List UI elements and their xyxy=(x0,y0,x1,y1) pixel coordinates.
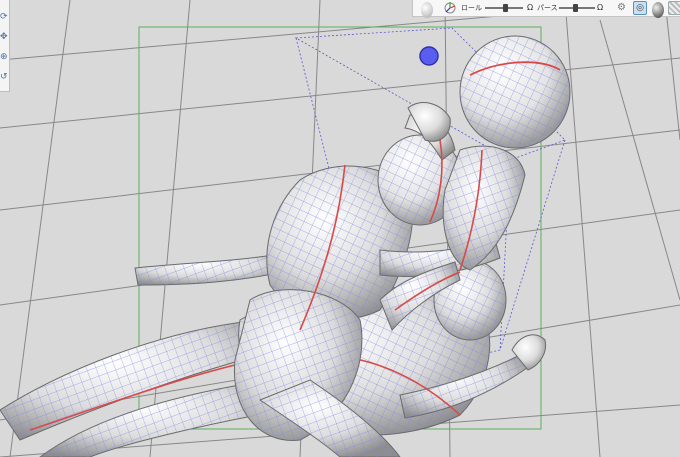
lighting-sphere-icon[interactable] xyxy=(421,2,433,18)
shading-sphere-icon[interactable] xyxy=(652,2,664,18)
camera-pan-icon[interactable]: ✥ xyxy=(0,30,9,44)
3d-viewport[interactable] xyxy=(0,0,680,457)
camera-tools-panel: ⟳ ✥ ⊕ ↺ xyxy=(0,0,10,92)
gear-icon[interactable]: ⚙ xyxy=(617,0,626,16)
camera-zoom-icon[interactable]: ⊕ xyxy=(0,50,9,64)
perspective-slider-handle[interactable] xyxy=(572,4,578,12)
perspective-label: パース xyxy=(537,4,558,12)
camera-rotate-icon[interactable]: ⟳ xyxy=(0,10,9,24)
roll-slider-handle[interactable] xyxy=(503,4,509,12)
view-mode-icon[interactable]: ◎ xyxy=(633,1,647,15)
control-handle[interactable] xyxy=(419,46,439,66)
grid-pattern-icon[interactable] xyxy=(668,1,680,15)
view-toolbar: ロール Ω パース Ω ⚙ ◎ xyxy=(412,0,680,18)
omega-icon[interactable]: Ω xyxy=(597,0,603,16)
axis-gizmo-icon[interactable] xyxy=(443,0,457,16)
omega-icon[interactable]: Ω xyxy=(527,0,533,16)
roll-label: ロール xyxy=(461,4,482,12)
camera-reset-icon[interactable]: ↺ xyxy=(0,70,9,84)
